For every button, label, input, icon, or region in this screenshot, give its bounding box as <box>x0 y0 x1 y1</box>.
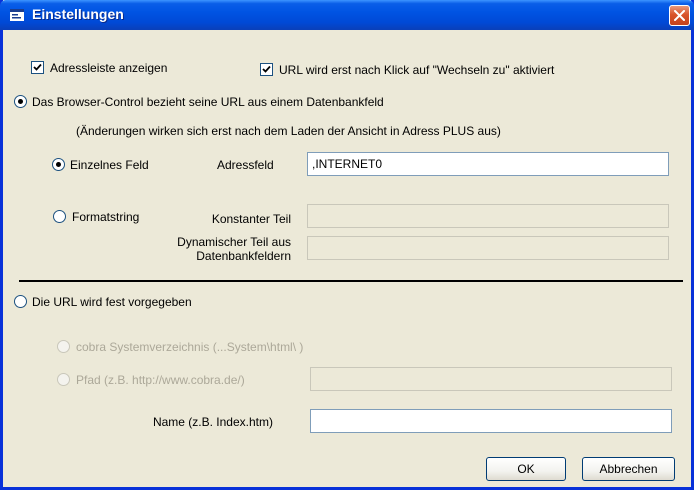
pfad-radio[interactable] <box>57 373 70 386</box>
adressfeld-input[interactable]: ,INTERNET0 <box>307 152 669 176</box>
cancel-button[interactable]: Abbrechen <box>582 457 675 481</box>
konstanter-teil-label: Konstanter Teil <box>211 212 291 226</box>
ok-button[interactable]: OK <box>486 457 566 481</box>
title-bar[interactable]: Einstellungen <box>0 0 694 30</box>
url-klick-checkbox[interactable] <box>260 63 273 76</box>
fest-label: Die URL wird fest vorgegeben <box>32 295 192 309</box>
einzelnes-feld-label: Einzelnes Feld <box>70 158 149 172</box>
datenbankfeld-radio[interactable] <box>14 95 27 108</box>
url-klick-label: URL wird erst nach Klick auf "Wechseln z… <box>279 63 555 77</box>
dynamischer-teil-label-1: Dynamischer Teil aus <box>177 235 291 249</box>
systemverzeichnis-label: cobra Systemverzeichnis (...System\html\… <box>76 340 304 354</box>
checkmark-icon <box>33 63 42 71</box>
section-divider <box>19 280 683 282</box>
close-icon <box>674 10 685 21</box>
window-icon <box>10 9 24 21</box>
checkmark-icon <box>262 65 271 73</box>
settings-dialog: Einstellungen Adressleiste anzeigen URL … <box>0 0 694 490</box>
window-title: Einstellungen <box>32 6 124 22</box>
pfad-input[interactable] <box>310 367 672 391</box>
dynamischer-teil-label-2: Datenbankfeldern <box>196 249 291 263</box>
formatstring-radio[interactable] <box>53 210 66 223</box>
dynamischer-teil-input[interactable] <box>307 236 669 260</box>
einzelnes-feld-radio[interactable] <box>52 158 65 171</box>
adressfeld-label: Adressfeld <box>217 158 274 172</box>
konstanter-teil-input[interactable] <box>307 204 669 228</box>
fest-radio[interactable] <box>14 295 27 308</box>
systemverzeichnis-radio[interactable] <box>57 340 70 353</box>
adressleiste-label: Adressleiste anzeigen <box>50 61 168 75</box>
datenbankfeld-label: Das Browser-Control bezieht seine URL au… <box>32 95 384 109</box>
close-button[interactable] <box>669 5 690 26</box>
name-label: Name (z.B. Index.htm) <box>152 415 273 429</box>
pfad-label: Pfad (z.B. http://www.cobra.de/) <box>76 373 245 387</box>
name-input[interactable] <box>310 409 672 433</box>
aenderungen-hinweis: (Änderungen wirken sich erst nach dem La… <box>76 124 501 138</box>
adressleiste-checkbox[interactable] <box>31 61 44 74</box>
formatstring-label: Formatstring <box>72 210 140 224</box>
